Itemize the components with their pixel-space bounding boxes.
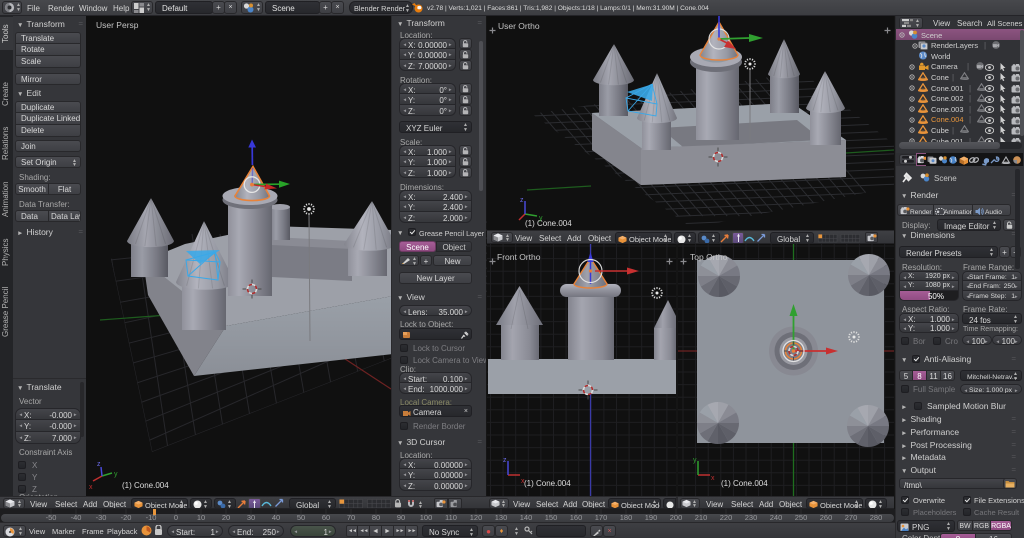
svg-text:250: 250 (795, 513, 808, 522)
svg-text:40: 40 (272, 513, 280, 522)
svg-text:230: 230 (745, 513, 758, 522)
svg-text:z: z (520, 197, 524, 204)
svg-text:-20: -20 (121, 513, 132, 522)
svg-text:150: 150 (545, 513, 558, 522)
svg-text:10: 10 (197, 513, 205, 522)
svg-text:280: 280 (870, 513, 883, 522)
svg-text:-50: -50 (46, 513, 57, 522)
svg-text:100: 100 (420, 513, 433, 522)
svg-text:50: 50 (297, 513, 305, 522)
svg-text:30: 30 (247, 513, 255, 522)
svg-text:y: y (539, 215, 543, 222)
svg-text:140: 140 (520, 513, 533, 522)
svg-text:z: z (503, 457, 507, 464)
svg-text:90: 90 (397, 513, 405, 522)
svg-text:0: 0 (174, 513, 178, 522)
svg-text:270: 270 (845, 513, 858, 522)
svg-text:200: 200 (670, 513, 683, 522)
svg-text:y: y (693, 457, 697, 464)
svg-text:70: 70 (347, 513, 355, 522)
svg-text:-10: -10 (146, 513, 157, 522)
svg-text:240: 240 (770, 513, 783, 522)
svg-text:x: x (521, 478, 525, 485)
svg-text:170: 170 (595, 513, 608, 522)
svg-text:210: 210 (695, 513, 708, 522)
svg-text:190: 190 (645, 513, 658, 522)
svg-text:-40: -40 (71, 513, 82, 522)
svg-text:160: 160 (570, 513, 583, 522)
svg-text:110: 110 (445, 513, 457, 522)
svg-text:260: 260 (820, 513, 833, 522)
svg-text:x: x (711, 475, 715, 482)
svg-text:180: 180 (620, 513, 633, 522)
svg-text:y: y (114, 471, 118, 478)
svg-text:20: 20 (222, 513, 230, 522)
svg-text:130: 130 (495, 513, 508, 522)
svg-text:-30: -30 (96, 513, 107, 522)
svg-text:x: x (89, 484, 93, 491)
svg-text:80: 80 (372, 513, 380, 522)
svg-text:60: 60 (322, 513, 330, 522)
svg-text:z: z (97, 461, 101, 468)
svg-text:220: 220 (720, 513, 733, 522)
svg-text:120: 120 (470, 513, 483, 522)
